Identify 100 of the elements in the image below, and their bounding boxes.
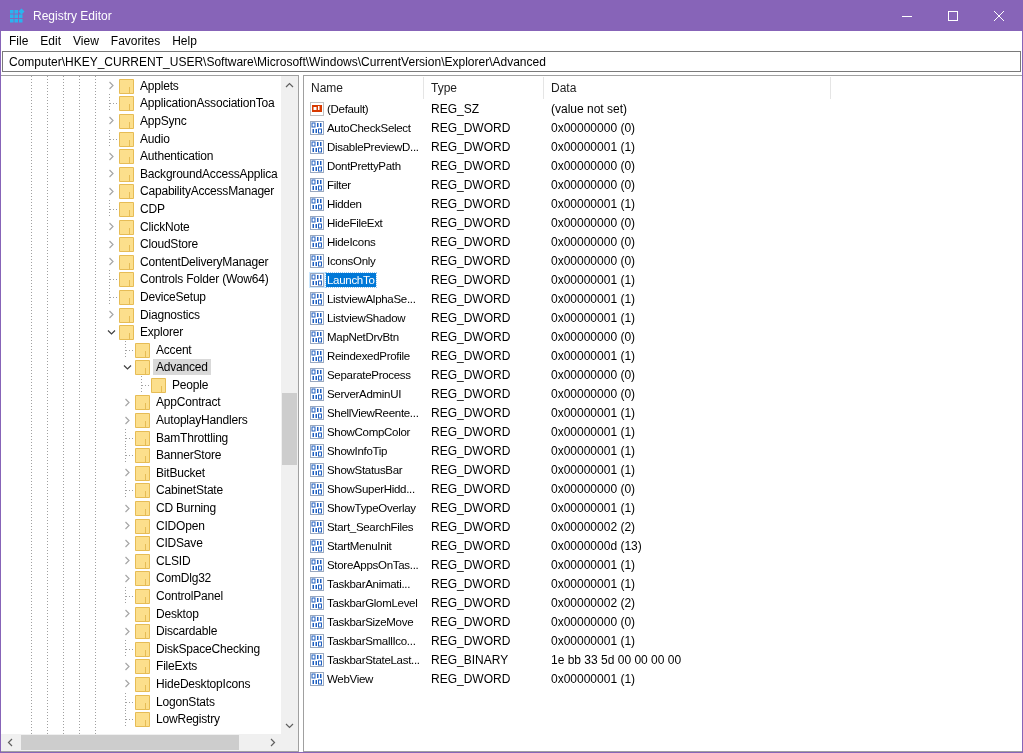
value-name[interactable]: ListviewAlphaSe... [326, 291, 418, 306]
value-name[interactable]: IconsOnly [326, 253, 378, 268]
tree-item[interactable]: People [169, 376, 212, 393]
value-data: 0x00000000 (0) [550, 158, 637, 173]
folder-icon [119, 95, 134, 112]
value-name[interactable]: Start_SearchFiles [326, 519, 416, 534]
tree-item[interactable]: HideDesktopIcons [153, 676, 254, 692]
value-name[interactable]: TaskbarSizeMove [326, 614, 416, 629]
value-name[interactable]: ListviewShadow [326, 310, 408, 325]
value-name[interactable]: ShowCompColor [326, 424, 413, 439]
value-name[interactable]: ShowStatusBar [326, 462, 405, 477]
registry-app-icon [9, 7, 25, 24]
value-data: 0x00000000 (0) [550, 177, 637, 192]
value-name[interactable]: DisablePreviewD... [326, 139, 421, 154]
tree-item[interactable]: ControlPanel [153, 588, 226, 604]
value-data: 0x00000001 (1) [550, 500, 637, 515]
value-name[interactable]: StoreAppsOnTas... [326, 557, 421, 572]
tree-item[interactable]: CDP [137, 200, 168, 217]
tree-item[interactable]: CapabilityAccessManager [137, 183, 278, 200]
tree-item[interactable]: Authentication [137, 148, 217, 165]
value-name[interactable]: SeparateProcess [326, 367, 413, 382]
value-name[interactable]: (Default) [326, 101, 371, 116]
value-name[interactable]: TaskbarGlomLevel [326, 595, 420, 610]
tree-item[interactable]: Advanced [153, 359, 211, 376]
column-header[interactable]: Name [304, 77, 424, 99]
value-name[interactable]: ServerAdminUI [326, 386, 404, 401]
menu-item[interactable]: View [67, 31, 105, 51]
tree-item[interactable]: Accent [153, 341, 195, 358]
chevron-down-icon[interactable] [106, 327, 116, 337]
folder-icon [135, 482, 150, 499]
tree-item[interactable]: DeviceSetup [137, 288, 209, 305]
value-name[interactable]: TaskbarSmallIco... [326, 633, 418, 648]
address-bar[interactable]: Computer\HKEY_CURRENT_USER\Software\Microsoft\Windows\CurrentVersion\Explorer\Advanced [2, 51, 1021, 72]
tree-item[interactable]: AppContract [153, 394, 224, 411]
binary-value-icon [309, 176, 325, 193]
tree-item[interactable]: ComDlg32 [153, 570, 215, 587]
chevron-right-icon[interactable] [106, 310, 116, 319]
chevron-down-icon[interactable] [122, 362, 132, 372]
tree-item[interactable]: BannerStore [153, 447, 225, 464]
tree-item[interactable]: Discardable [153, 623, 221, 640]
tree-item[interactable]: FileExts [153, 658, 201, 675]
value-name[interactable]: HideFileExt [326, 215, 385, 230]
scrollbar-thumb[interactable] [282, 393, 297, 465]
tree-item[interactable]: Explorer [137, 324, 187, 341]
value-name[interactable]: MapNetDrvBtn [326, 329, 401, 344]
value-name[interactable]: ReindexedProfile [326, 348, 412, 363]
tree-item[interactable]: Diagnostics [137, 306, 203, 323]
tree-item[interactable]: LogonStats [153, 693, 218, 710]
value-name[interactable]: TaskbarStateLast... [326, 652, 422, 667]
menu-item[interactable]: Edit [34, 31, 68, 51]
tree-item[interactable]: CD Burning [153, 500, 220, 517]
tree-item[interactable]: ContentDeliveryManager [137, 253, 272, 270]
value-name[interactable]: LaunchTo [326, 272, 377, 287]
value-name[interactable]: ShowInfoTip [326, 443, 390, 458]
menu-item[interactable]: Favorites [104, 31, 167, 51]
folder-icon [135, 535, 150, 552]
tree-item[interactable]: Audio [137, 130, 173, 147]
column-header[interactable]: Data [544, 77, 831, 99]
value-data: 0x00000000 (0) [550, 367, 637, 382]
tree-item[interactable]: AutoplayHandlers [153, 412, 251, 429]
tree-item[interactable]: ClickNote [137, 218, 193, 235]
tree-item[interactable]: CabinetState [153, 482, 226, 499]
tree-item[interactable]: CIDSave [153, 535, 206, 552]
tree-item[interactable]: CloudStore [137, 236, 202, 253]
tree-item[interactable]: LowRegistry [153, 711, 223, 728]
folder-icon [135, 623, 150, 640]
scrollbar-thumb[interactable] [21, 735, 239, 750]
value-name[interactable]: StartMenuInit [326, 538, 394, 553]
value-type: REG_DWORD [430, 557, 512, 572]
tree-item[interactable]: BitBucket [153, 464, 208, 481]
value-name[interactable]: Filter [326, 177, 353, 192]
value-name[interactable]: DontPrettyPath [326, 158, 403, 173]
chevron-right-icon[interactable] [106, 81, 116, 91]
folder-icon [135, 570, 150, 587]
column-header[interactable]: Type [424, 77, 544, 99]
value-name[interactable]: TaskbarAnimati... [326, 576, 413, 591]
menu-item[interactable]: Help [166, 31, 203, 51]
tree-item[interactable]: Applets [137, 77, 182, 94]
tree-item[interactable]: ApplicationAssociationToa [137, 95, 278, 112]
tree-item[interactable]: CIDOpen [153, 517, 208, 534]
tree-item[interactable]: Desktop [153, 605, 202, 622]
chevron-right-icon[interactable] [106, 116, 116, 126]
value-name[interactable]: ShowSuperHidd... [326, 481, 417, 496]
value-name[interactable]: AutoCheckSelect [326, 120, 413, 135]
tree-item[interactable]: AppSync [137, 113, 190, 129]
chevron-right-icon[interactable] [122, 468, 132, 478]
value-name[interactable]: ShowTypeOverlay [326, 500, 418, 515]
tree-item[interactable]: Controls Folder (Wow64) [137, 271, 272, 288]
tree-item[interactable]: CLSID [153, 552, 194, 569]
value-type: REG_DWORD [430, 291, 512, 306]
value-type: REG_DWORD [430, 310, 512, 325]
tree-item[interactable]: DiskSpaceChecking [153, 640, 263, 657]
value-name[interactable]: HideIcons [326, 234, 378, 249]
tree-item[interactable]: BackgroundAccessApplica [137, 165, 281, 182]
value-name[interactable]: ShellViewReente... [326, 405, 421, 420]
value-name[interactable]: Hidden [326, 196, 364, 211]
value-name[interactable]: WebView [326, 671, 376, 686]
menu-item[interactable]: File [3, 31, 35, 51]
folder-icon [135, 711, 150, 728]
tree-item[interactable]: BamThrottling [153, 429, 232, 446]
